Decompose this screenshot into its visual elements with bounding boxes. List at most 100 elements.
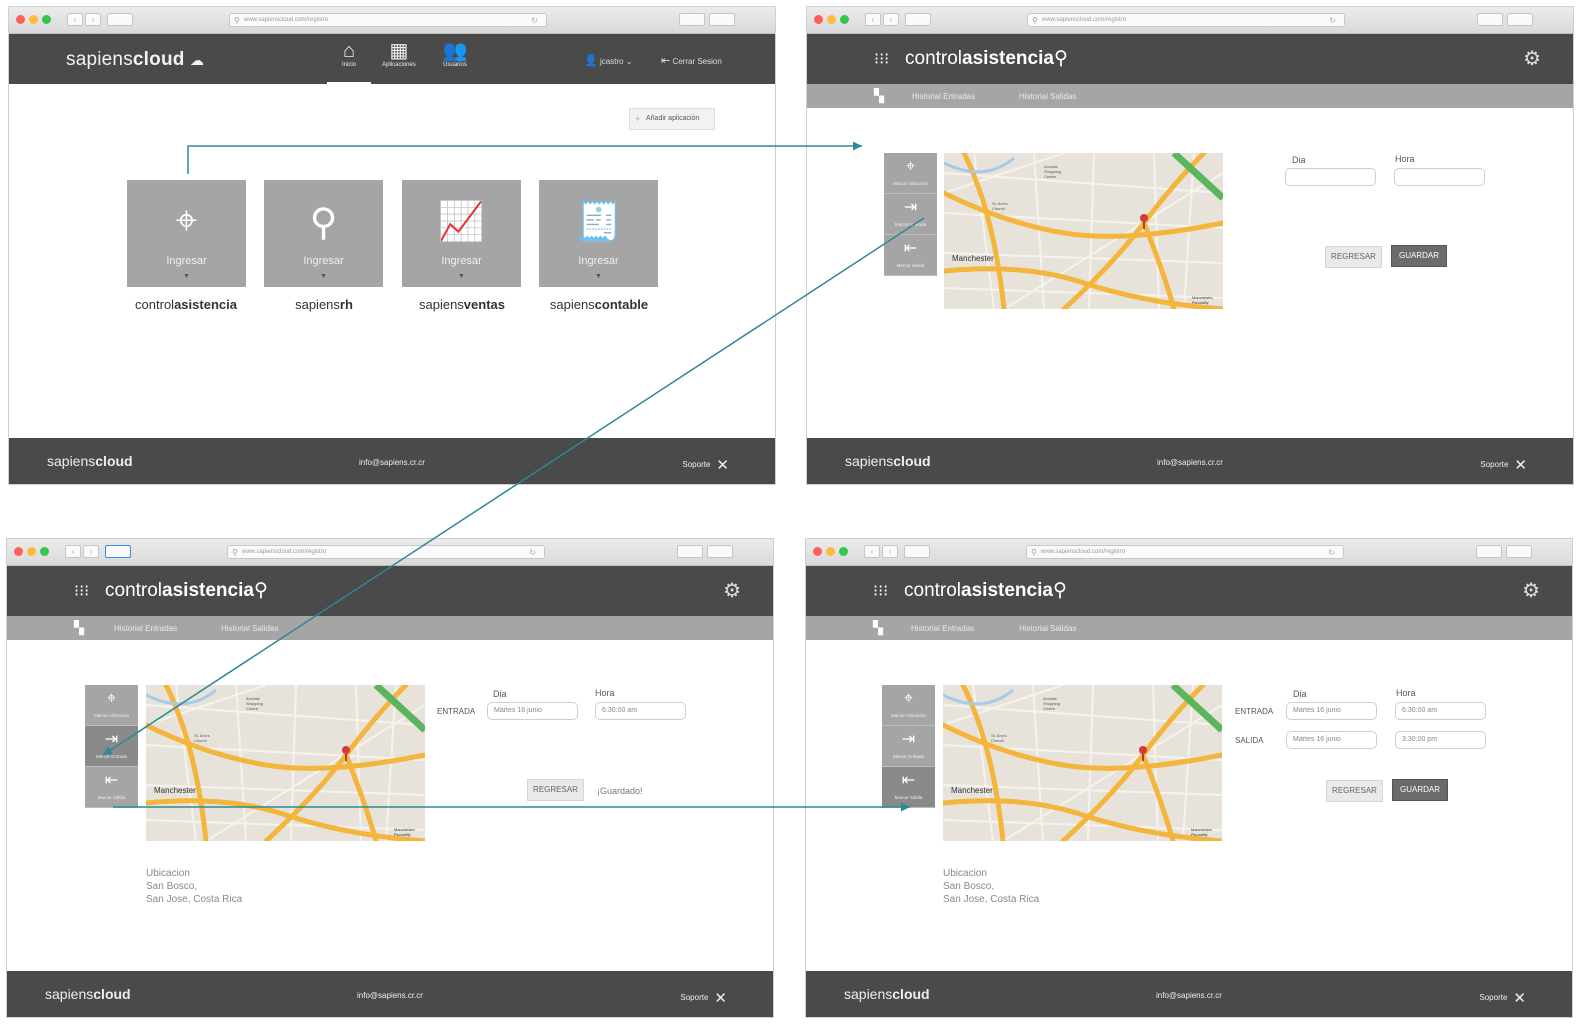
dia-input[interactable]: [1285, 168, 1376, 186]
share-button[interactable]: [679, 13, 705, 26]
close-window-button[interactable]: [814, 15, 823, 24]
address-bar[interactable]: ⚲ www.sapienscloud.com/registro ↻: [1026, 545, 1344, 559]
back-button[interactable]: ‹: [865, 13, 881, 26]
close-window-button[interactable]: [813, 547, 822, 556]
tab-historial-entradas[interactable]: Historial Entradas: [911, 624, 974, 633]
tile-sapienscontable[interactable]: 🧾 Ingresar ▼: [539, 180, 658, 287]
tabs-button[interactable]: [1506, 545, 1532, 558]
entrada-hora-input[interactable]: 6:30:00 am: [595, 702, 686, 720]
sidebar-toggle-button[interactable]: [905, 13, 931, 26]
marcar-ubicacion-button[interactable]: ⌖ Marcar Ubicación: [85, 685, 138, 726]
app-grid-icon[interactable]: ⁝⁝⁝: [874, 52, 889, 68]
dashboard-icon[interactable]: ▚: [74, 621, 84, 634]
location-map[interactable]: [944, 153, 1223, 309]
nav-aplicaciones[interactable]: ▦ Aplicaciones: [377, 40, 421, 68]
support-link[interactable]: Soporte ✕: [680, 989, 727, 1007]
minimize-window-button[interactable]: [27, 547, 36, 556]
nav-usuarios[interactable]: 👥 Usuarios: [433, 40, 477, 68]
zoom-window-button[interactable]: [840, 15, 849, 24]
dashboard-icon[interactable]: ▚: [873, 621, 883, 634]
sapienscloud-logo[interactable]: sapienscloud ☁: [66, 49, 204, 71]
app-grid-icon[interactable]: ⁝⁝⁝: [74, 584, 89, 600]
footer-email[interactable]: info@sapiens.cr.cr: [807, 458, 1573, 467]
marcar-entrada-button[interactable]: ⇥ Marcar Entrada: [884, 194, 937, 235]
ingresar-button[interactable]: Ingresar: [264, 255, 383, 267]
back-button[interactable]: ‹: [65, 545, 81, 558]
footer-email[interactable]: info@sapiens.cr.cr: [7, 991, 773, 1000]
tab-historial-entradas[interactable]: Historial Entradas: [114, 624, 177, 633]
guardar-button[interactable]: GUARDAR: [1391, 245, 1447, 267]
tab-historial-entradas[interactable]: Historial Entradas: [912, 92, 975, 101]
support-link[interactable]: Soporte ✕: [1480, 456, 1527, 474]
minimize-window-button[interactable]: [827, 15, 836, 24]
support-link[interactable]: Soporte ✕: [682, 456, 729, 474]
forward-button[interactable]: ›: [883, 13, 899, 26]
reload-icon[interactable]: ↻: [1329, 14, 1336, 27]
hora-input[interactable]: [1394, 168, 1485, 186]
add-application-button[interactable]: Añadir aplicación: [629, 108, 715, 130]
marcar-salida-button[interactable]: ⇤ Marcar Salida: [882, 767, 935, 808]
tabs-button[interactable]: [1507, 13, 1533, 26]
zoom-window-button[interactable]: [839, 547, 848, 556]
gear-icon[interactable]: ⚙: [1522, 578, 1540, 603]
zoom-window-button[interactable]: [42, 15, 51, 24]
entrada-dia-input[interactable]: Martes 16 junio: [1286, 702, 1377, 720]
tabs-button[interactable]: [709, 13, 735, 26]
dashboard-icon[interactable]: ▚: [874, 89, 884, 102]
address-bar[interactable]: ⚲ www.sapienscloud.com/registro ↻: [1027, 13, 1345, 27]
forward-button[interactable]: ›: [83, 545, 99, 558]
guardar-button[interactable]: GUARDAR: [1392, 779, 1448, 801]
salida-dia-input[interactable]: Martes 16 junio: [1286, 731, 1377, 749]
nav-inicio[interactable]: ⌂ Inicio: [327, 40, 371, 84]
tab-historial-salidas[interactable]: Historial Salidas: [1019, 92, 1076, 101]
reload-icon[interactable]: ↻: [1328, 546, 1335, 559]
tab-historial-salidas[interactable]: Historial Salidas: [221, 624, 278, 633]
regresar-button[interactable]: REGRESAR: [1325, 246, 1382, 268]
support-link[interactable]: Soporte ✕: [1479, 989, 1526, 1007]
sidebar-toggle-button[interactable]: [105, 545, 131, 558]
zoom-window-button[interactable]: [40, 547, 49, 556]
sidebar-toggle-button[interactable]: [107, 13, 133, 26]
close-window-button[interactable]: [16, 15, 25, 24]
back-button[interactable]: ‹: [67, 13, 83, 26]
gear-icon[interactable]: ⚙: [723, 578, 741, 603]
marcar-entrada-button[interactable]: ⇥ Marcar Entrada: [85, 726, 138, 767]
minimize-window-button[interactable]: [826, 547, 835, 556]
location-map[interactable]: [943, 685, 1222, 841]
share-button[interactable]: [1477, 13, 1503, 26]
tile-sapiensrh[interactable]: ⚲ Ingresar ▼: [264, 180, 383, 287]
ingresar-button[interactable]: Ingresar: [539, 255, 658, 267]
app-grid-icon[interactable]: ⁝⁝⁝: [873, 584, 888, 600]
share-button[interactable]: [1476, 545, 1502, 558]
back-button[interactable]: ‹: [864, 545, 880, 558]
reload-icon[interactable]: ↻: [529, 546, 536, 559]
address-bar[interactable]: ⚲ www.sapienscloud.com/registro ↻: [227, 545, 545, 559]
salida-hora-input[interactable]: 3:30:00 pm: [1395, 731, 1486, 749]
marcar-entrada-button[interactable]: ⇥ Marcar Entrada: [882, 726, 935, 767]
footer-email[interactable]: info@sapiens.cr.cr: [806, 991, 1572, 1000]
regresar-button[interactable]: REGRESAR: [527, 779, 584, 801]
tab-historial-salidas[interactable]: Historial Salidas: [1019, 624, 1076, 633]
close-window-button[interactable]: [14, 547, 23, 556]
tile-sapiensventas[interactable]: 📈 Ingresar ▼: [402, 180, 521, 287]
regresar-button[interactable]: REGRESAR: [1326, 780, 1383, 802]
entrada-hora-input[interactable]: 6:30:00 am: [1395, 702, 1486, 720]
address-bar[interactable]: ⚲ www.sapienscloud.com/registro ↻: [229, 13, 547, 27]
marcar-salida-button[interactable]: ⇤ Marcar Salida: [884, 235, 937, 276]
user-menu[interactable]: 👤 jcastro ⌄: [584, 54, 632, 67]
share-button[interactable]: [677, 545, 703, 558]
logout-button[interactable]: ⇤ Cerrar Sesion: [661, 54, 722, 67]
sidebar-toggle-button[interactable]: [904, 545, 930, 558]
forward-button[interactable]: ›: [85, 13, 101, 26]
entrada-dia-input[interactable]: Martes 16 junio: [487, 702, 578, 720]
forward-button[interactable]: ›: [882, 545, 898, 558]
ingresar-button[interactable]: Ingresar: [127, 255, 246, 267]
marcar-salida-button[interactable]: ⇤ Marcar Salida: [85, 767, 138, 808]
tile-controlasistencia[interactable]: ⌖ Ingresar ▼: [127, 180, 246, 287]
location-map[interactable]: [146, 685, 425, 841]
tabs-button[interactable]: [707, 545, 733, 558]
marcar-ubicacion-button[interactable]: ⌖ Marcar Ubicación: [884, 153, 937, 194]
reload-icon[interactable]: ↻: [531, 14, 538, 27]
minimize-window-button[interactable]: [29, 15, 38, 24]
gear-icon[interactable]: ⚙: [1523, 46, 1541, 71]
